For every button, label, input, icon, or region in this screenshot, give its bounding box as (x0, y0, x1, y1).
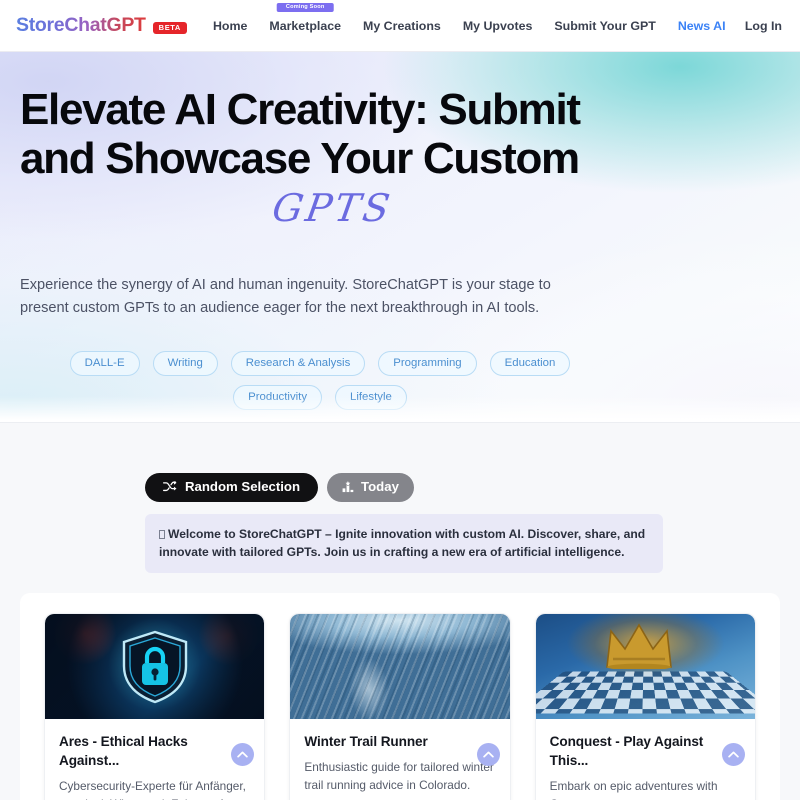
nav-right-group: Log In (745, 19, 782, 33)
card-description: Enthusiastic guide for tailored winter t… (304, 760, 494, 793)
hero-inner: Elevate AI Creativity: Submit and Showca… (20, 85, 780, 410)
welcome-banner: Welcome to StoreChatGPT – Ignite innovat… (145, 513, 663, 574)
tag-education[interactable]: Education (489, 350, 571, 376)
missing-glyph-icon (159, 529, 165, 539)
nav-item-my-upvotes-label: My Upvotes (462, 18, 533, 33)
page-title: Elevate AI Creativity: Submit and Showca… (20, 85, 581, 183)
nav-item-marketplace-label: Marketplace (269, 18, 342, 33)
filter-controls: Random Selection Today (145, 423, 780, 502)
card-body: Winter Trail Runner Enthusiastic guide f… (290, 719, 509, 795)
nav-item-my-creations-label: My Creations (363, 18, 441, 33)
tag-writing[interactable]: Writing (152, 350, 218, 376)
tag-dall-e[interactable]: DALL-E (69, 350, 140, 376)
shield-lock-icon (122, 630, 187, 704)
card-title: Ares - Ethical Hacks Against... (59, 734, 188, 769)
nav-item-submit-your-gpt-label: Submit Your GPT (554, 18, 656, 33)
crown-icon (605, 623, 672, 669)
chevron-up-icon (237, 751, 249, 758)
random-selection-button[interactable]: Random Selection (145, 473, 319, 502)
tag-research-and-analysis[interactable]: Research & Analysis (230, 350, 366, 376)
nav-item-my-upvotes[interactable]: My Upvotes (463, 15, 533, 37)
coming-soon-badge: Coming Soon (276, 2, 334, 12)
hero-script-word: GPTS (269, 185, 396, 230)
nav-item-my-creations[interactable]: My Creations (363, 15, 441, 37)
today-filter-button[interactable]: Today (327, 473, 414, 502)
hero-section: Elevate AI Creativity: Submit and Showca… (0, 52, 800, 422)
login-button[interactable]: Log In (745, 19, 782, 33)
card-body: Conquest - Play Against This... Embark o… (536, 719, 755, 800)
nav-item-submit-your-gpt[interactable]: Submit Your GPT (554, 15, 655, 37)
gpt-card[interactable]: Conquest - Play Against This... Embark o… (534, 613, 756, 800)
cards-container: Ares - Ethical Hacks Against... Cybersec… (20, 593, 780, 800)
discovery-section: Random Selection Today Welcome to StoreC… (0, 422, 800, 800)
welcome-banner-text: Welcome to StoreChatGPT – Ignite innovat… (159, 526, 646, 559)
gpt-card[interactable]: Ares - Ethical Hacks Against... Cybersec… (44, 613, 266, 800)
gpt-card[interactable]: Winter Trail Runner Enthusiastic guide f… (289, 613, 511, 800)
brand-logo[interactable]: StoreChatGPT BETA (16, 14, 187, 37)
bar-chart-icon (342, 481, 354, 493)
nav-item-news-ai-label: News AI (677, 18, 726, 33)
hero-bottom-fade (0, 396, 800, 422)
card-title: Winter Trail Runner (304, 734, 428, 750)
upvote-button[interactable] (721, 743, 745, 767)
card-body: Ares - Ethical Hacks Against... Cybersec… (45, 719, 264, 800)
card-title: Conquest - Play Against This... (549, 734, 704, 769)
top-navbar: StoreChatGPT BETA Home Coming Soon Marke… (0, 0, 800, 52)
nav-item-marketplace[interactable]: Coming Soon Marketplace (269, 2, 342, 37)
primary-nav: Home Coming Soon Marketplace My Creation… (213, 2, 726, 37)
card-description: Embark on epic adventures with Conquest, (549, 779, 718, 800)
beta-badge: BETA (152, 21, 187, 34)
brand-name: StoreChatGPT (16, 14, 146, 36)
chevron-up-icon (482, 751, 494, 758)
nav-item-home[interactable]: Home (213, 15, 247, 37)
card-description: Cybersecurity-Experte für Anfänger, verm… (59, 779, 246, 800)
nav-item-home-label: Home (212, 18, 248, 33)
nav-item-news-ai[interactable]: News AI (678, 15, 726, 37)
upvote-button[interactable] (476, 743, 500, 767)
card-thumbnail (535, 614, 755, 720)
card-thumbnail (45, 614, 265, 720)
shuffle-icon (163, 481, 177, 492)
card-thumbnail (290, 614, 510, 720)
random-selection-label: Random Selection (185, 479, 301, 494)
chevron-up-icon (728, 751, 739, 758)
upvote-button[interactable] (231, 743, 255, 767)
gpt-card-grid: Ares - Ethical Hacks Against... Cybersec… (44, 613, 756, 800)
tag-programming[interactable]: Programming (378, 350, 477, 376)
today-filter-label: Today (361, 479, 399, 494)
hero-subtitle: Experience the synergy of AI and human i… (20, 276, 551, 317)
